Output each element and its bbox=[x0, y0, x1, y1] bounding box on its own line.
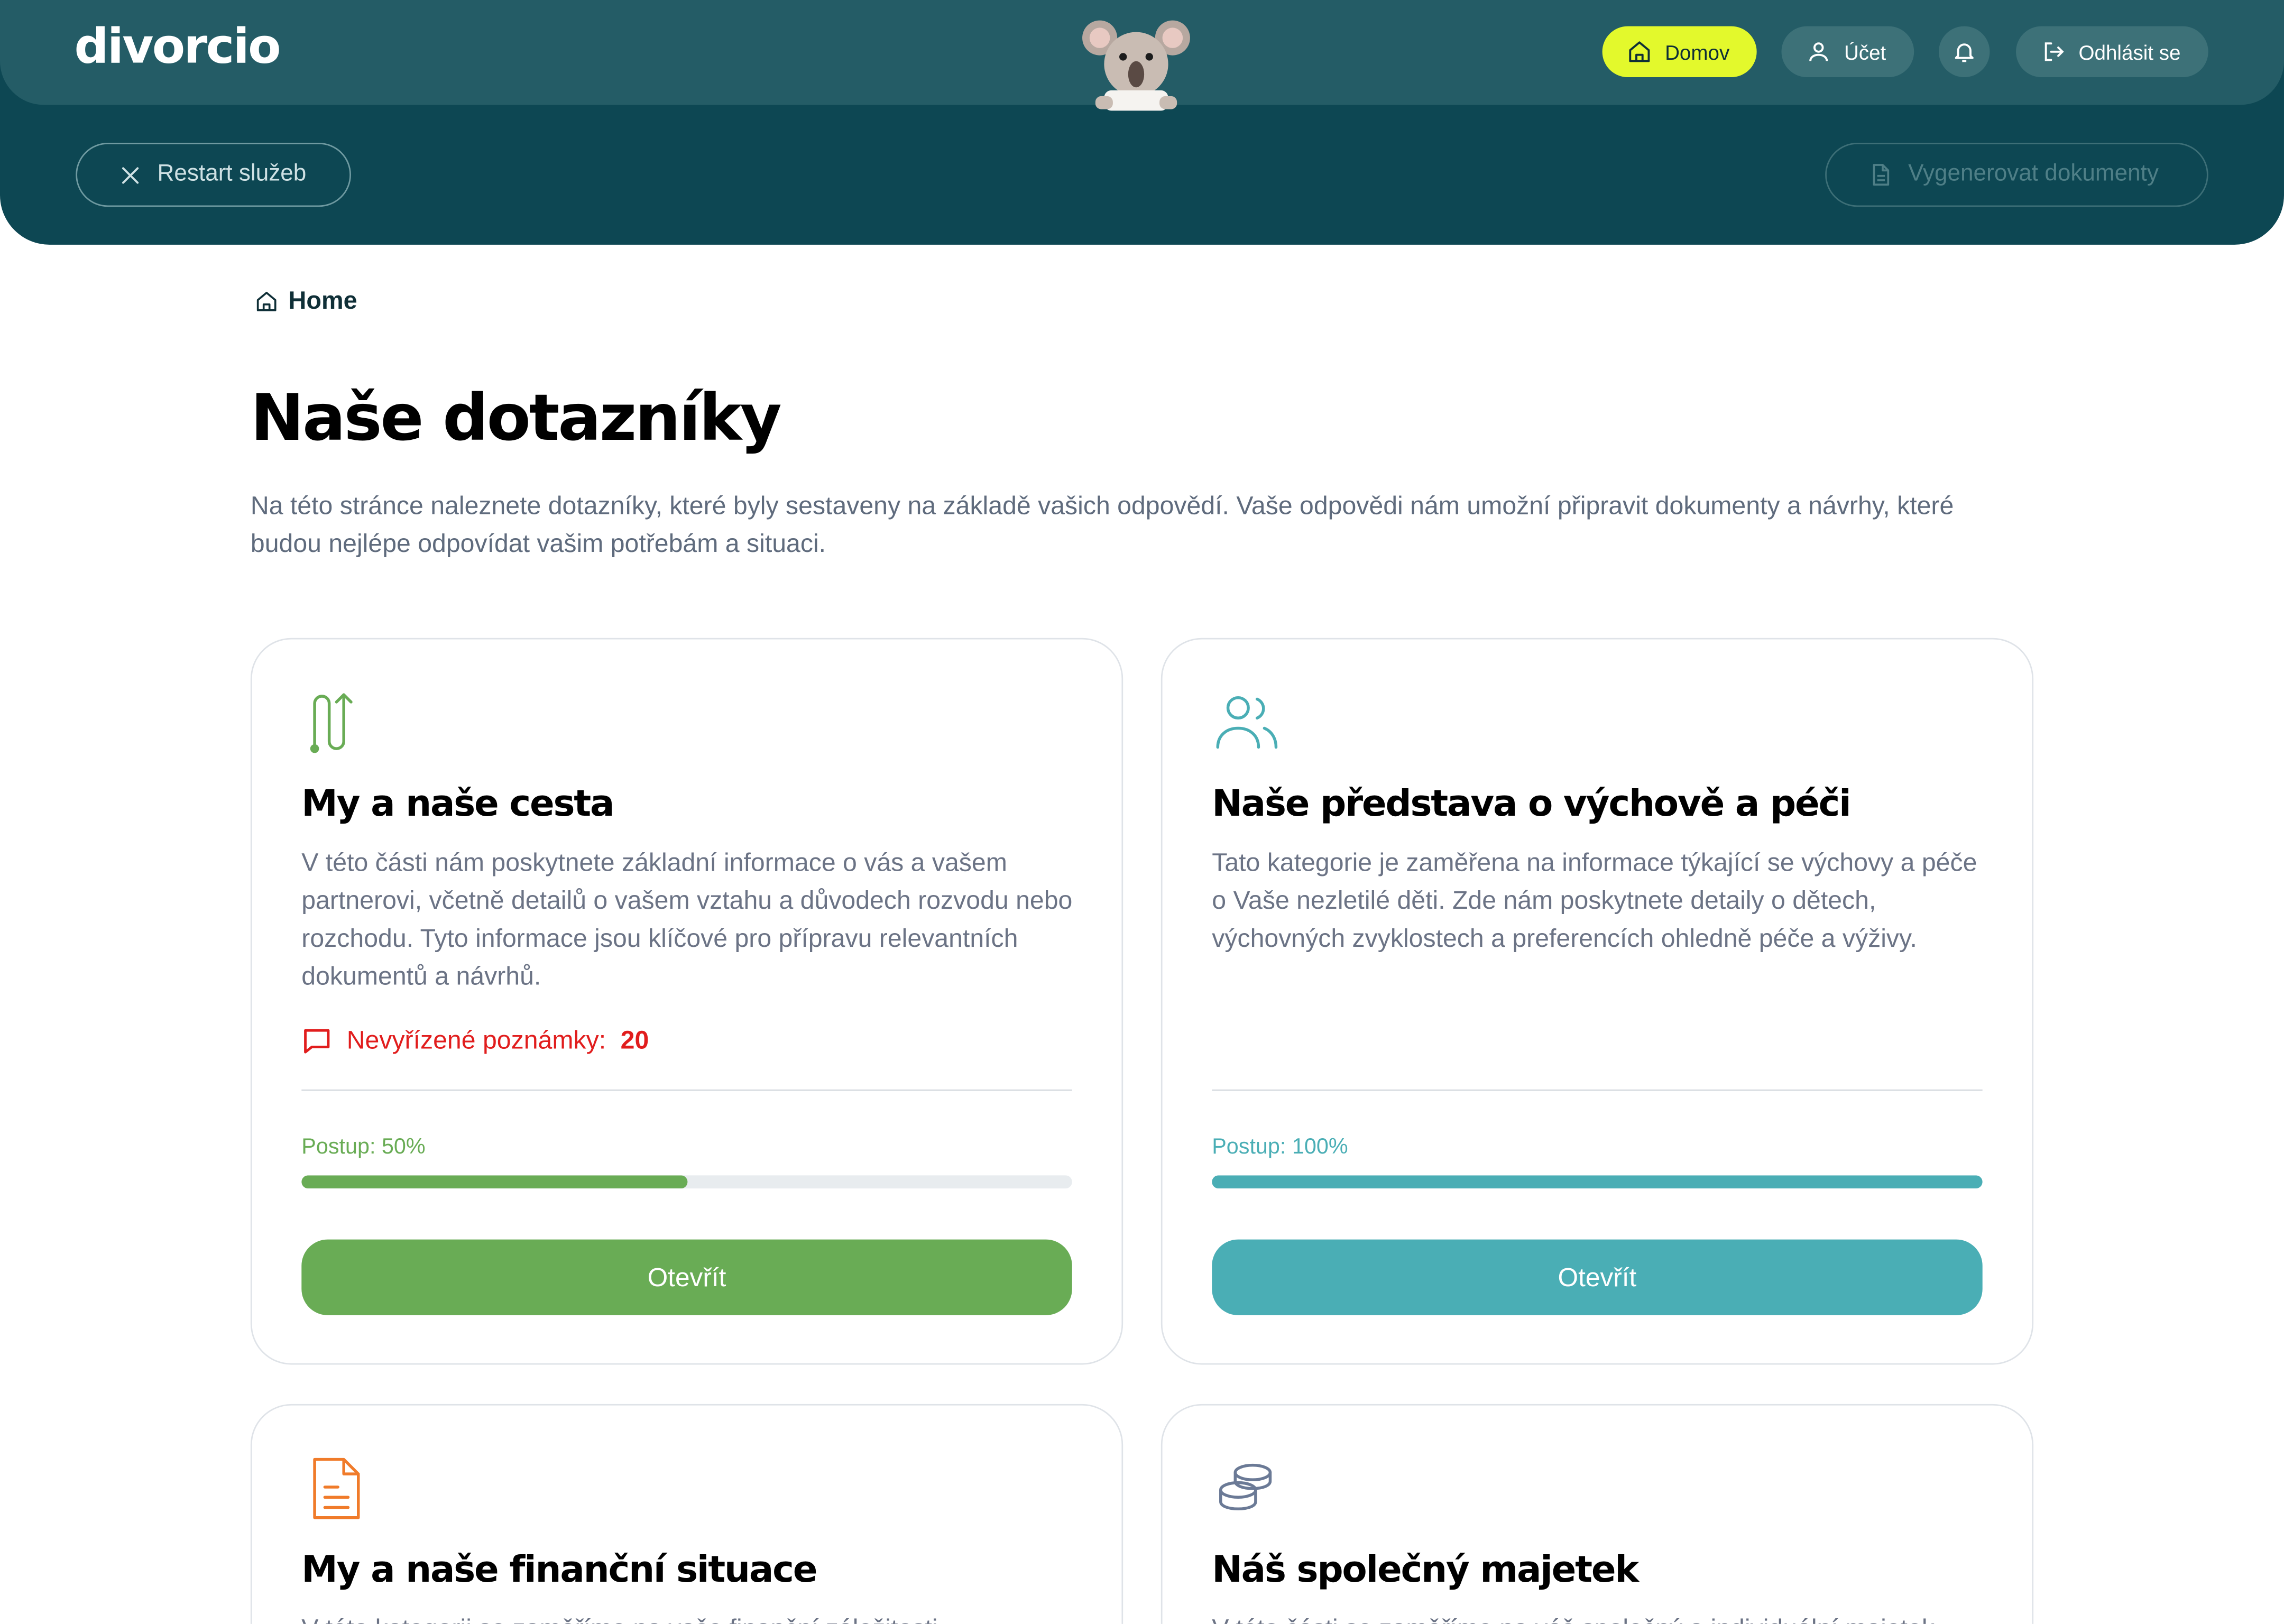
pending-notes-label: Nevyřízené poznámky: bbox=[346, 1025, 606, 1055]
nav-home-label: Domov bbox=[1665, 40, 1730, 63]
breadcrumb-home-label: Home bbox=[288, 287, 357, 315]
restart-services-button[interactable]: Restart služeb bbox=[76, 142, 351, 207]
generate-label: Vygenerovat dokumenty bbox=[1908, 161, 2159, 187]
card-title: Náš společný majetek bbox=[1212, 1548, 1639, 1591]
page-title: Naše dotazníky bbox=[250, 381, 782, 456]
logo[interactable]: divorcio bbox=[75, 17, 281, 74]
progress-fill bbox=[1212, 1175, 1983, 1189]
questionnaire-card: My a naše cesta V této části nám poskytn… bbox=[250, 638, 1123, 1365]
open-button[interactable]: Otevřít bbox=[1212, 1239, 1983, 1315]
user-icon bbox=[1809, 42, 1828, 61]
pending-notes[interactable]: Nevyřízené poznámky: 20 bbox=[301, 1026, 649, 1056]
logout-label: Odhlásit se bbox=[2078, 40, 2181, 63]
home-icon bbox=[1629, 41, 1650, 62]
coins-icon bbox=[1219, 1463, 1272, 1511]
close-icon bbox=[122, 166, 139, 183]
progress-fill bbox=[301, 1175, 687, 1189]
users-icon bbox=[1216, 696, 1278, 749]
card-description: V této kategorii se zaměříme na vaše fin… bbox=[301, 1609, 1073, 1624]
questionnaire-card: Náš společný majetek V této části se zam… bbox=[1161, 1404, 2034, 1624]
progress-label: Postup: 50% bbox=[301, 1134, 426, 1160]
route-icon bbox=[310, 693, 353, 753]
home-icon bbox=[256, 291, 277, 311]
divider bbox=[301, 1089, 1072, 1091]
card-description: Tato kategorie je zaměřena na informace … bbox=[1212, 847, 1977, 953]
notifications-button[interactable] bbox=[1939, 26, 1990, 78]
restart-label: Restart služeb bbox=[157, 161, 307, 187]
card-title: Naše představa o výchově a péči bbox=[1212, 782, 1852, 825]
document-icon bbox=[313, 1457, 360, 1519]
generate-documents-button[interactable]: Vygenerovat dokumenty bbox=[1825, 142, 2208, 207]
progress-label: Postup: 100% bbox=[1212, 1134, 1348, 1160]
bell-icon bbox=[1955, 43, 1974, 62]
card-title: My a naše finanční situace bbox=[301, 1548, 817, 1591]
card-title: My a naše cesta bbox=[301, 782, 614, 825]
card-description: V této části nám poskytnete základní inf… bbox=[301, 847, 1073, 991]
logout-icon bbox=[2044, 42, 2064, 61]
card-description: V této části se zaměříme na váš společný… bbox=[1212, 1609, 1984, 1624]
koala-mascot-icon bbox=[1082, 20, 1190, 111]
questionnaire-card: My a naše finanční situace V této katego… bbox=[250, 1404, 1123, 1624]
open-button[interactable]: Otevřít bbox=[301, 1239, 1072, 1315]
page: divorcio Domov Účet Odhlásit se Restart … bbox=[0, 0, 2284, 1624]
nav-account-button[interactable]: Účet bbox=[1781, 26, 1914, 78]
page-intro: Na této stránce naleznete dotazníky, kte… bbox=[250, 491, 1954, 558]
nav-account-label: Účet bbox=[1844, 40, 1886, 63]
progress-track bbox=[1212, 1175, 1983, 1189]
document-icon bbox=[1873, 164, 1890, 186]
breadcrumb[interactable]: Home bbox=[255, 287, 357, 316]
progress-track bbox=[301, 1175, 1072, 1189]
comment-icon bbox=[304, 1029, 330, 1054]
questionnaire-card: Naše představa o výchově a péči Tato kat… bbox=[1161, 638, 2034, 1365]
divider bbox=[1212, 1089, 1983, 1091]
nav-home-button[interactable]: Domov bbox=[1602, 26, 1757, 78]
header: divorcio Domov Účet Odhlásit se Restart … bbox=[0, 0, 2284, 245]
logout-button[interactable]: Odhlásit se bbox=[2016, 26, 2208, 78]
pending-notes-count: 20 bbox=[620, 1025, 649, 1055]
